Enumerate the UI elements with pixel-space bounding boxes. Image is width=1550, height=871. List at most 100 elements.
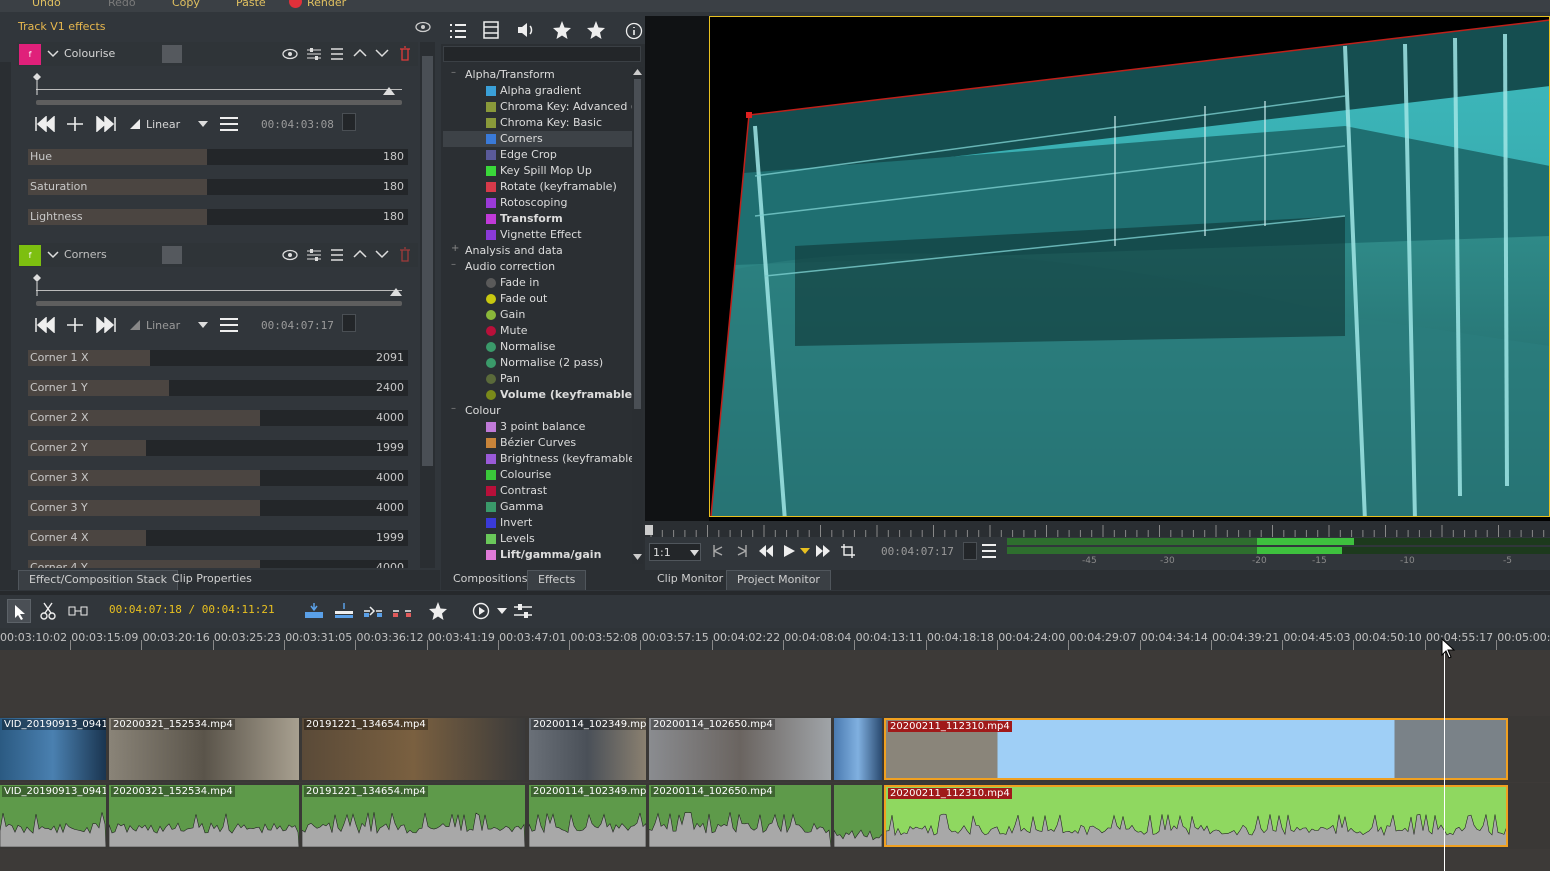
audio-clip[interactable]: 20191221_134654.mp4: [302, 785, 525, 847]
parameter-slider[interactable]: Lightness 180: [28, 209, 408, 225]
scrollbar-thumb[interactable]: [634, 79, 641, 409]
scroll-up-icon[interactable]: [633, 69, 642, 75]
eye-icon[interactable]: [281, 47, 299, 61]
compare-icon[interactable]: [306, 248, 322, 262]
audio-clip[interactable]: 20200114_102650.mp4: [649, 785, 831, 847]
graph-icon[interactable]: [162, 45, 182, 63]
parameter-slider[interactable]: Corner 4 Y 4000: [28, 560, 408, 568]
parameter-slider[interactable]: Hue 180: [28, 149, 408, 165]
scrollbar-thumb[interactable]: [422, 56, 433, 466]
effect-item[interactable]: Key Spill Mop Up: [443, 163, 633, 179]
tab-clip-properties[interactable]: Clip Properties: [162, 570, 262, 590]
chevron-down-icon[interactable]: [47, 49, 59, 59]
collapse-icon[interactable]: –: [451, 67, 456, 78]
parameter-slider[interactable]: Corner 4 X 1999: [28, 530, 408, 546]
add-keyframe-icon[interactable]: [66, 116, 84, 132]
delete-icon[interactable]: [399, 46, 411, 61]
redo-button[interactable]: Redo: [108, 0, 136, 10]
custom-effects-icon[interactable]: [552, 20, 572, 40]
effect-item[interactable]: Contrast: [443, 483, 633, 499]
effect-item[interactable]: Rotoscoping: [443, 195, 633, 211]
video-clip[interactable]: 20200211_112310.mp4: [884, 718, 1508, 780]
tab-compositions[interactable]: Compositions: [443, 570, 537, 590]
insert-clip-icon[interactable]: [304, 602, 324, 620]
effect-item[interactable]: Rotate (keyframable): [443, 179, 633, 195]
timeline-ruler[interactable]: 00:03:10:02 00:03:15:09 00:03:20:16 00:03:2…: [0, 628, 1550, 650]
parameter-value[interactable]: 4000: [376, 561, 404, 568]
eye-icon[interactable]: [281, 248, 299, 262]
scroll-down-icon[interactable]: [633, 554, 642, 560]
effect-item[interactable]: Corners: [443, 131, 633, 147]
effect-item[interactable]: Transform: [443, 211, 633, 227]
parameter-value[interactable]: 2400: [376, 381, 404, 394]
effect-item[interactable]: Edge Crop: [443, 147, 633, 163]
delete-icon[interactable]: [399, 247, 411, 262]
timeline-tracks[interactable]: VID_20190913_09415 20200321_152534.mp4 201…: [0, 650, 1550, 871]
effect-item[interactable]: Normalise: [443, 339, 633, 355]
crop-icon[interactable]: [840, 543, 856, 559]
effect-category[interactable]: – Alpha/Transform: [443, 67, 633, 83]
expand-icon[interactable]: +: [451, 243, 459, 254]
splitter[interactable]: [0, 591, 1550, 595]
dropdown-icon[interactable]: [198, 121, 208, 127]
parameter-value[interactable]: 2091: [376, 351, 404, 364]
video-clip[interactable]: 20200321_152534.mp4: [109, 718, 299, 780]
move-up-icon[interactable]: [353, 48, 367, 58]
move-down-icon[interactable]: [375, 249, 389, 259]
keyframe-track[interactable]: [36, 290, 402, 291]
timeline-settings-icon[interactable]: [513, 602, 533, 620]
effect-item[interactable]: Alpha gradient: [443, 83, 633, 99]
interpolation-select[interactable]: Linear: [146, 319, 180, 332]
info-icon[interactable]: [625, 22, 643, 40]
effect-item[interactable]: 3 point balance: [443, 419, 633, 435]
effect-item[interactable]: Volume (keyframable): [443, 387, 633, 403]
audio-effects-icon[interactable]: [516, 21, 536, 39]
tab-project-monitor[interactable]: Project Monitor: [726, 570, 831, 590]
video-effects-icon[interactable]: [482, 21, 500, 39]
chevron-down-icon[interactable]: [47, 250, 59, 260]
menu-icon[interactable]: [330, 47, 346, 61]
parameter-value[interactable]: 1999: [376, 441, 404, 454]
razor-tool-icon[interactable]: [40, 602, 56, 620]
playhead-line[interactable]: [1444, 650, 1445, 871]
parameter-slider[interactable]: Corner 1 Y 2400: [28, 380, 408, 396]
effects-search-input[interactable]: [443, 46, 641, 62]
parameter-slider[interactable]: Corner 2 X 4000: [28, 410, 408, 426]
parameter-value[interactable]: 4000: [376, 501, 404, 514]
keyframe-timecode[interactable]: 00:04:03:08: [261, 118, 334, 131]
effect-item[interactable]: Gain: [443, 307, 633, 323]
effect-item[interactable]: Bézier Curves: [443, 435, 633, 451]
favorite-effects-icon[interactable]: [428, 601, 448, 621]
effect-category[interactable]: – Audio correction: [443, 259, 633, 275]
audio-track[interactable]: VID_20190913_09415 20200321_152534.mp4 201…: [0, 783, 1550, 849]
video-clip[interactable]: 20191221_134654.mp4: [302, 718, 525, 780]
parameter-value[interactable]: 180: [383, 210, 404, 223]
menu-icon[interactable]: [330, 248, 346, 262]
effect-item[interactable]: Invert: [443, 515, 633, 531]
collapse-icon[interactable]: –: [451, 403, 456, 414]
options-menu-icon[interactable]: [219, 116, 241, 134]
timeline-position[interactable]: 00:04:07:18 / 00:04:11:21: [109, 603, 275, 616]
tab-clip-monitor[interactable]: Clip Monitor: [647, 570, 733, 590]
parameter-value[interactable]: 180: [383, 150, 404, 163]
spacer-tool-icon[interactable]: [68, 604, 88, 618]
effect-item[interactable]: Levels: [443, 531, 633, 547]
effect-stack-scrollbar[interactable]: [420, 42, 435, 568]
extract-clip-icon[interactable]: [392, 602, 412, 620]
effect-item[interactable]: Normalise (2 pass): [443, 355, 633, 371]
set-zone-out-icon[interactable]: [735, 544, 749, 558]
collapse-icon[interactable]: –: [451, 259, 456, 270]
effect-item[interactable]: Mute: [443, 323, 633, 339]
keyframe-timecode[interactable]: 00:04:07:17: [261, 319, 334, 332]
parameter-value[interactable]: 180: [383, 180, 404, 193]
effect-item[interactable]: Vignette Effect: [443, 227, 633, 243]
audio-clip[interactable]: 20200114_102349.mp4: [529, 785, 646, 847]
video-track[interactable]: VID_20190913_09415 20200321_152534.mp4 201…: [0, 716, 1550, 782]
audio-clip[interactable]: 20200321_152534.mp4: [109, 785, 299, 847]
parameter-slider[interactable]: Corner 1 X 2091: [28, 350, 408, 366]
effect-category[interactable]: + Analysis and data: [443, 243, 633, 259]
add-keyframe-icon[interactable]: [66, 317, 84, 333]
monitor-playhead[interactable]: [645, 525, 653, 535]
keyframe-marker[interactable]: [32, 73, 42, 95]
monitor-ruler[interactable]: [645, 521, 1550, 537]
